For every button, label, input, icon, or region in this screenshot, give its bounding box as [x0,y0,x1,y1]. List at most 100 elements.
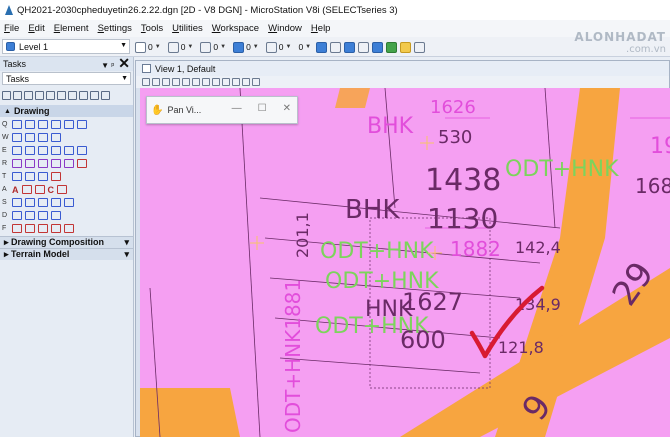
trim-tool-icon[interactable] [77,146,87,155]
priority-picker[interactable]: 0 ▼ [296,42,313,52]
polygon-tool-icon[interactable] [38,133,48,142]
fillet-tool-icon[interactable] [51,146,61,155]
dimension-linear-icon[interactable] [25,198,35,207]
fill-picker[interactable]: 0 ▼ [231,41,261,53]
cell-tool-icon[interactable] [46,90,55,100]
rotate-tool-icon[interactable] [51,159,61,168]
measure-tool-icon[interactable] [24,90,33,100]
pan-view-dialog[interactable]: ✋ Pan Vi... — ☐ ✕ [146,96,298,124]
levels-icon[interactable] [400,41,412,53]
tasks-combo[interactable]: Tasks ▼ [2,72,131,85]
view-next-icon[interactable] [242,78,250,86]
section-drawing-composition[interactable]: ▸ Drawing Composition ▾ [0,236,133,248]
table-tool-icon[interactable] [64,198,74,207]
fence-icon[interactable] [344,41,356,53]
spell-check-icon[interactable] [57,185,67,194]
fit-view-icon[interactable] [202,78,210,86]
polyline-tool-icon[interactable] [25,120,35,129]
menu-window[interactable]: Window [268,23,302,34]
move-tool-icon[interactable] [12,159,22,168]
menu-help[interactable]: Help [311,23,331,34]
line-weight-picker[interactable]: 0 ▼ [198,41,228,53]
section-terrain-model[interactable]: ▸ Terrain Model ▾ [0,248,133,260]
menu-edit[interactable]: Edit [28,23,44,34]
arc-tool-icon[interactable] [51,120,61,129]
dimension-tool-icon[interactable] [68,90,77,100]
circle-tool-icon[interactable] [51,133,61,142]
line-style-picker[interactable]: 0 ▼ [166,41,196,53]
pin-icon[interactable]: ▼ ᵖ [101,61,114,70]
menu-element[interactable]: Element [54,23,89,34]
fill-tool-icon[interactable] [51,211,61,220]
cell-define-icon[interactable] [51,224,61,233]
dimension-angle-icon[interactable] [38,198,48,207]
patterns-tool-icon[interactable] [90,90,99,100]
menu-file[interactable]: File [4,23,19,34]
text-tool-icon[interactable]: A [12,185,19,195]
shape-tool-icon[interactable] [25,133,35,142]
dimension-radius-icon[interactable] [51,198,61,207]
element-selection-tool-icon[interactable] [2,90,11,100]
references-icon[interactable] [386,41,398,53]
hatch-tool-icon[interactable] [12,211,22,220]
section-drawing[interactable]: ▲ Drawing [0,105,133,117]
view-control-icon[interactable] [372,41,384,53]
copy-tool-icon[interactable] [25,159,35,168]
maximize-icon[interactable]: ☐ [258,103,267,114]
zoom-out-icon[interactable] [182,78,190,86]
menu-workspace[interactable]: Workspace [212,23,259,34]
view-previous-icon[interactable] [232,78,240,86]
element-selection-icon[interactable] [316,41,328,53]
drop-tool-icon[interactable] [51,172,61,181]
cell-place-icon[interactable] [38,224,48,233]
minimize-icon[interactable]: — [232,103,242,114]
mirror-tool-icon[interactable] [64,159,74,168]
edit-text-icon[interactable] [21,185,32,194]
update-view-icon[interactable] [162,78,170,86]
line-tool-icon[interactable] [12,120,22,129]
circle-arc-tool-icon[interactable] [38,146,48,155]
ellipse-tool-icon[interactable] [35,90,44,100]
menu-settings[interactable]: Settings [98,23,132,34]
group-tool-icon[interactable] [101,90,110,100]
text-style-icon[interactable]: C [48,185,55,195]
menu-utilities[interactable]: Utilities [172,23,203,34]
note-tool-icon[interactable] [34,185,45,194]
display-style-icon[interactable] [152,78,160,86]
drawing-canvas[interactable]: BHK 1626 530 1438 ODT+HNK 168 19 BHK 113… [140,88,670,437]
measure-icon[interactable] [358,41,370,53]
chamfer-tool-icon[interactable] [64,146,74,155]
extend-tool-icon[interactable] [25,172,35,181]
ellipse-tool-icon[interactable] [12,146,22,155]
zoom-in-icon[interactable] [172,78,180,86]
break-tool-icon[interactable] [38,172,48,181]
color-picker[interactable]: 0 ▼ [133,41,163,53]
scale-tool-icon[interactable] [38,159,48,168]
bspline-tool-icon[interactable] [77,120,87,129]
ungroup-tool-icon[interactable] [25,224,35,233]
rotate-view-icon[interactable] [212,78,220,86]
menu-tools[interactable]: Tools [141,23,163,34]
smartline-tool-icon[interactable] [13,90,22,100]
close-icon[interactable]: ✕ [118,55,130,71]
text-tool-icon[interactable] [57,90,66,100]
curve-tool-icon[interactable] [38,120,48,129]
delete-tool-icon[interactable] [77,159,87,168]
tag-tool-icon[interactable] [64,224,74,233]
pan-view-icon[interactable] [222,78,230,86]
window-area-icon[interactable] [192,78,200,86]
dimension-tool-icon[interactable] [12,198,22,207]
array-tool-icon[interactable] [12,172,22,181]
close-icon[interactable]: ✕ [283,103,291,114]
copy-icon[interactable] [330,41,342,53]
transparency-picker[interactable]: 0 ▼ [264,41,294,53]
copy-view-icon[interactable] [252,78,260,86]
pattern-tool-icon[interactable] [38,211,48,220]
arc-tool-icon[interactable] [25,146,35,155]
block-tool-icon[interactable] [12,133,22,142]
group-tool-icon[interactable] [12,224,22,233]
view-attributes-icon[interactable] [142,78,150,86]
delete-tool-icon[interactable] [79,90,88,100]
settings-icon[interactable] [414,41,426,53]
level-combo[interactable]: Level 1 ▼ [2,39,130,54]
